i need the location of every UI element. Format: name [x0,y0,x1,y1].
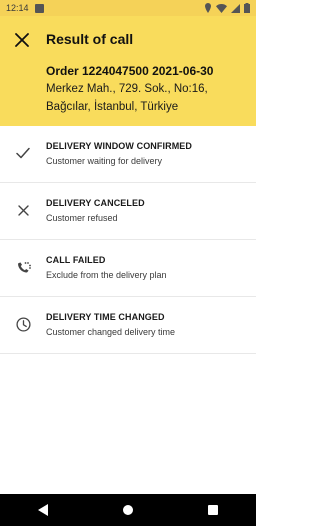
phone-missed-icon [14,258,32,276]
status-time: 12:14 [6,3,29,13]
option-subtitle: Exclude from the delivery plan [46,270,167,280]
option-subtitle: Customer waiting for delivery [46,156,163,166]
option-call-failed[interactable]: CALL FAILED Exclude from the delivery pl… [0,240,256,297]
page-title: Result of call [46,31,134,47]
notification-icon [34,3,44,13]
option-delivery-canceled[interactable]: DELIVERY CANCELED Customer refused [0,183,256,240]
call-result-options: DELIVERY WINDOW CONFIRMED Customer waiti… [0,126,256,354]
check-icon [14,144,32,162]
back-icon[interactable] [37,504,48,516]
option-title: DELIVERY WINDOW CONFIRMED [46,141,192,151]
option-title: DELIVERY TIME CHANGED [46,312,165,322]
option-delivery-time-changed[interactable]: DELIVERY TIME CHANGED Customer changed d… [0,297,256,354]
wifi-icon [216,3,227,13]
option-title: DELIVERY CANCELED [46,198,145,208]
clock-icon [14,315,32,333]
option-delivery-window-confirmed[interactable]: DELIVERY WINDOW CONFIRMED Customer waiti… [0,126,256,183]
option-subtitle: Customer refused [46,213,118,223]
status-bar: 12:14 [0,0,256,16]
location-icon [205,3,211,13]
order-number: Order 1224047500 2021-06-30 [46,64,214,78]
option-title: CALL FAILED [46,255,106,265]
close-button[interactable] [12,30,32,50]
battery-icon [244,3,250,13]
order-address: Merkez Mah., 729. Sok., No:16, Bağcılar,… [46,83,208,113]
home-icon[interactable] [122,505,133,515]
close-icon [15,33,29,47]
close-icon [14,201,32,219]
system-nav-bar [0,494,256,526]
recents-icon[interactable] [208,505,219,515]
signal-icon [231,3,240,13]
call-result-header: Result of call Order 1224047500 2021-06-… [0,16,256,126]
option-subtitle: Customer changed delivery time [46,327,176,337]
